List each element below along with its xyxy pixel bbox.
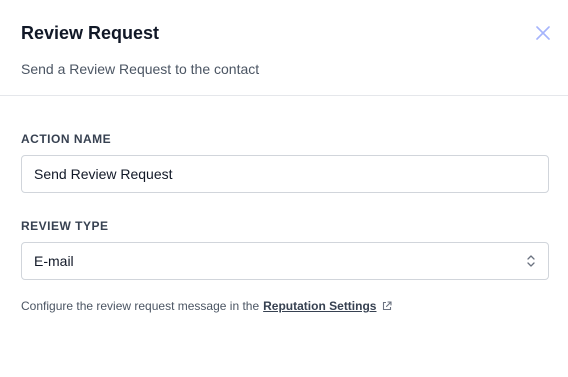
- hint-text: Configure the review request message in …: [21, 299, 260, 313]
- review-type-label: REVIEW TYPE: [21, 219, 109, 233]
- panel-body: ACTION NAME REVIEW TYPE E-mail Configure…: [0, 96, 568, 314]
- review-request-panel: Review Request Send a Review Request to …: [0, 0, 568, 377]
- close-button[interactable]: [532, 22, 554, 44]
- panel-subtitle: Send a Review Request to the contact: [21, 61, 260, 77]
- external-link-icon[interactable]: [381, 300, 393, 312]
- action-name-field-wrapper: [21, 155, 549, 193]
- review-type-selected-value: E-mail: [34, 253, 74, 269]
- action-name-input[interactable]: [34, 166, 536, 182]
- review-type-select[interactable]: E-mail: [21, 242, 549, 280]
- review-type-group: REVIEW TYPE E-mail: [21, 219, 549, 280]
- panel-title: Review Request: [21, 23, 160, 43]
- action-name-label: ACTION NAME: [21, 132, 112, 146]
- review-hint: Configure the review request message in …: [21, 298, 549, 314]
- reputation-settings-link[interactable]: Reputation Settings: [263, 298, 376, 314]
- panel-header: Review Request Send a Review Request to …: [0, 0, 568, 96]
- close-icon: [536, 26, 550, 40]
- select-arrows-icon: [527, 255, 535, 267]
- action-name-group: ACTION NAME: [21, 132, 549, 193]
